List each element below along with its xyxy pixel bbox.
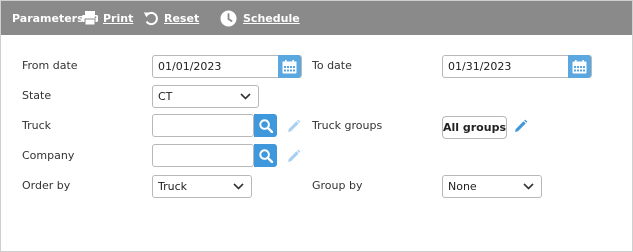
group-by-select[interactable]: None [442,175,542,198]
truck-groups-edit-pencil-icon[interactable] [512,118,528,134]
reset-icon[interactable] [143,1,159,35]
print-button[interactable]: Print [103,1,133,35]
all-groups-button[interactable]: All groups [442,116,507,139]
order-by-select[interactable]: Truck [152,175,252,198]
company-input-field[interactable] [152,144,254,167]
truck-search-button[interactable] [254,114,277,137]
schedule-button[interactable]: Schedule [243,1,300,35]
toolbar-title: Parameters [12,11,84,25]
search-icon [258,118,273,133]
truck-input-field[interactable] [152,114,254,137]
from-date-calendar-button[interactable] [278,55,301,78]
truck-groups-label: Truck groups [312,119,383,132]
calendar-icon [572,59,587,73]
to-date-label: To date [312,59,352,72]
state-select[interactable]: CT [152,85,259,108]
to-date-calendar-button[interactable] [568,55,591,78]
print-icon[interactable] [81,1,99,35]
state-label: State [22,89,52,102]
search-icon [258,148,273,163]
truck-edit-pencil-icon[interactable] [285,118,301,134]
clock-icon[interactable] [220,1,237,35]
truck-label: Truck [22,119,52,132]
company-search-button[interactable] [254,144,277,167]
company-label: Company [22,149,75,162]
parameters-panel: Parameters Print Reset Schedule From dat… [0,0,633,252]
toolbar: Parameters Print Reset Schedule [1,1,632,35]
chevron-down-icon [523,183,534,190]
chevron-down-icon [240,93,251,100]
from-date-label: From date [22,59,78,72]
calendar-icon [282,59,297,73]
company-input[interactable] [153,145,253,166]
truck-input[interactable] [153,115,253,136]
chevron-down-icon [233,183,244,190]
order-by-label: Order by [22,179,71,192]
group-by-label: Group by [312,179,363,192]
company-edit-pencil-icon[interactable] [285,148,301,164]
reset-button[interactable]: Reset [164,1,199,35]
